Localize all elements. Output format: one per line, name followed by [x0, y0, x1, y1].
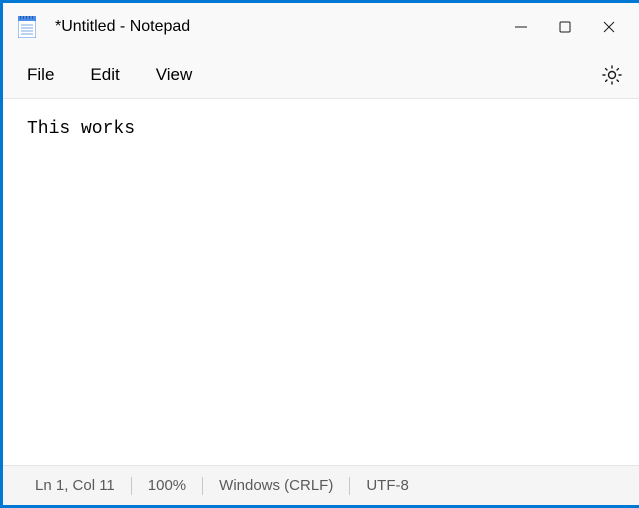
status-line-ending: Windows (CRLF): [203, 477, 349, 494]
statusbar: Ln 1, Col 11 100% Windows (CRLF) UTF-8: [3, 465, 639, 505]
maximize-button[interactable]: [555, 17, 575, 37]
notepad-icon: [17, 15, 37, 39]
settings-button[interactable]: [601, 64, 623, 86]
menubar: File Edit View: [3, 51, 639, 99]
close-button[interactable]: [599, 17, 619, 37]
menu-view[interactable]: View: [156, 65, 193, 85]
window-title: *Untitled - Notepad: [55, 18, 511, 36]
status-position: Ln 1, Col 11: [31, 477, 131, 494]
titlebar: *Untitled - Notepad: [3, 3, 639, 51]
status-zoom[interactable]: 100%: [132, 477, 202, 494]
menu-items: File Edit View: [27, 65, 192, 85]
window-controls: [511, 17, 631, 37]
editor-textarea[interactable]: This works: [3, 99, 639, 465]
menu-edit[interactable]: Edit: [90, 65, 119, 85]
status-encoding: UTF-8: [350, 477, 425, 494]
gear-icon: [601, 64, 623, 86]
menu-file[interactable]: File: [27, 65, 54, 85]
minimize-button[interactable]: [511, 17, 531, 37]
app-window: *Untitled - Notepad File: [0, 0, 639, 508]
